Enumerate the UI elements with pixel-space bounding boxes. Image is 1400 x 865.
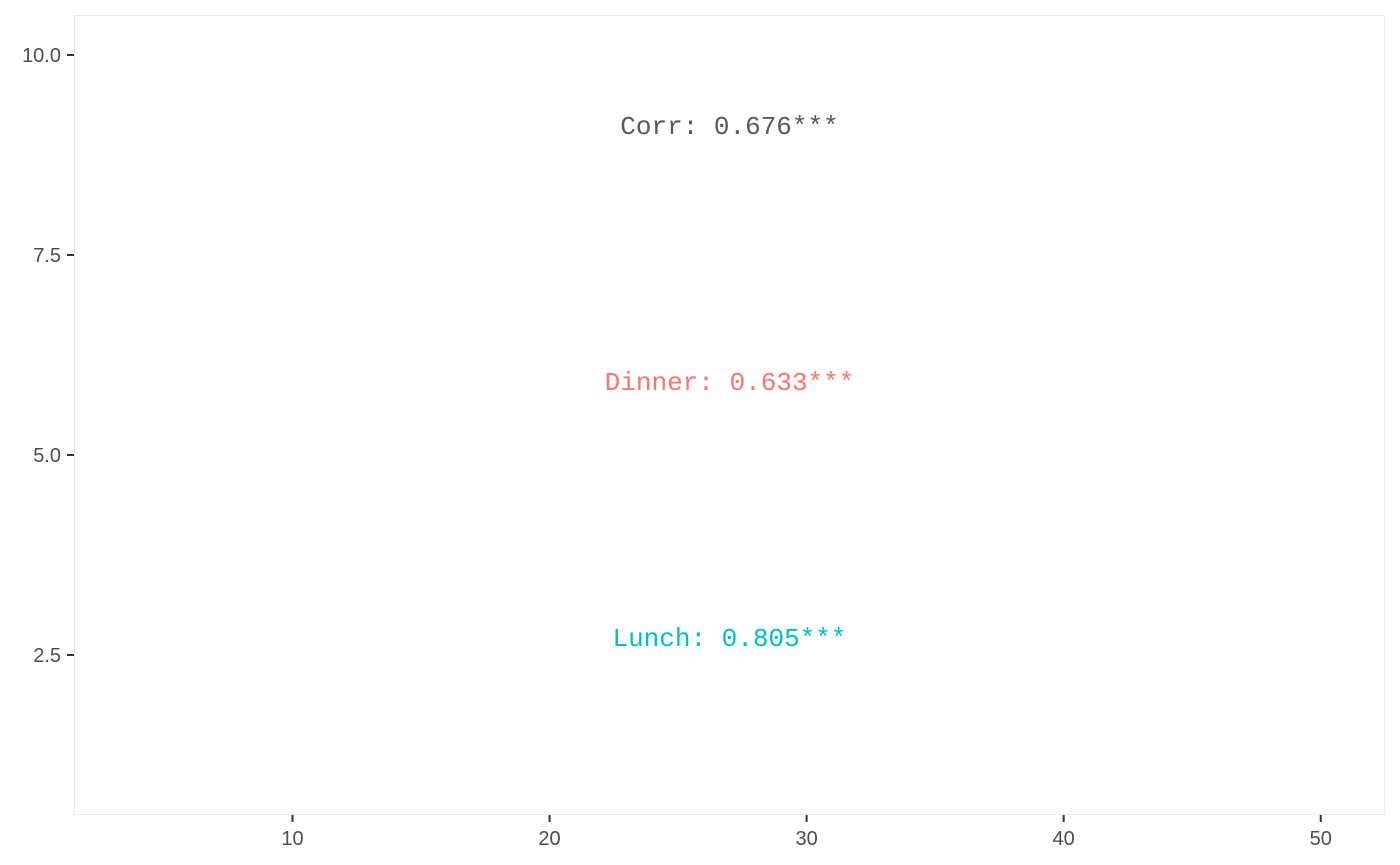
correlation-label: Lunch: 0.805***	[612, 624, 846, 654]
y-axis: 2.5 5.0 7.5 10.0	[22, 45, 74, 667]
x-tick-label: 50	[1310, 828, 1332, 850]
x-axis: 10 20 30 40 50	[281, 815, 1332, 850]
correlation-label: Corr: 0.676***	[620, 112, 838, 142]
y-tick-label: 2.5	[33, 645, 61, 667]
x-tick-label: 40	[1053, 828, 1075, 850]
correlation-panel-chart: 2.5 5.0 7.5 10.0 10 20 30 40 50 Corr: 0.676*** D…	[22, 15, 1385, 850]
correlation-label: Dinner: 0.633***	[605, 368, 855, 398]
y-tick-label: 5.0	[33, 445, 61, 467]
y-tick-label: 7.5	[33, 245, 61, 267]
y-tick-label: 10.0	[22, 45, 61, 67]
x-tick-label: 20	[538, 828, 560, 850]
x-tick-label: 30	[795, 828, 817, 850]
x-tick-label: 10	[281, 828, 303, 850]
